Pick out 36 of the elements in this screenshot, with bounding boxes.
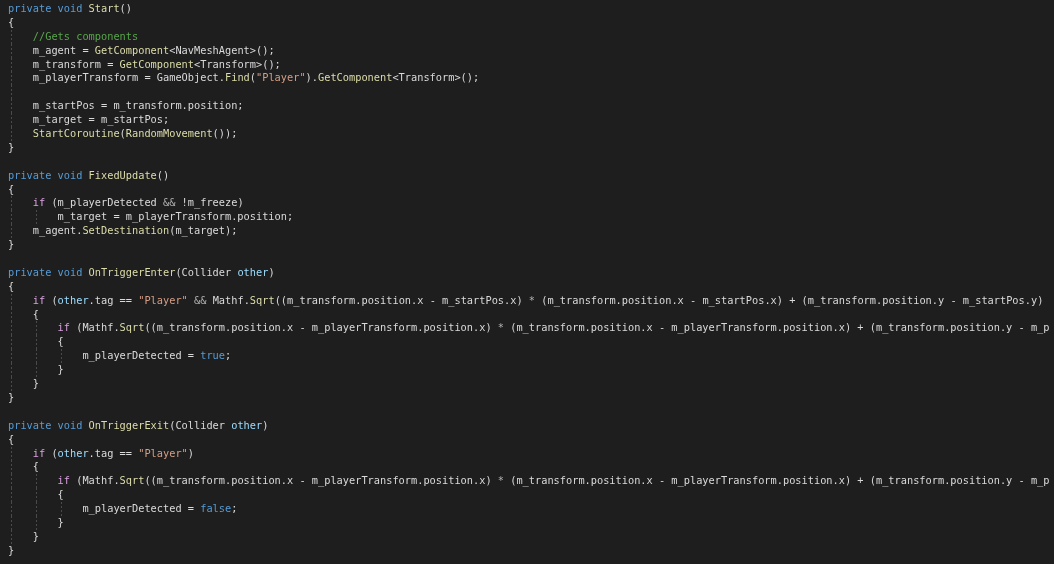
code-line: { bbox=[8, 15, 15, 30]
code-line: } bbox=[31, 377, 39, 391]
code-line: m_playerDetected = true; bbox=[81, 349, 232, 364]
code-line: m_target = m_playerTransform.position; bbox=[56, 210, 294, 225]
code-line: m_transform = GetComponent<Transform>(); bbox=[31, 57, 281, 72]
code-line: StartCoroutine(RandomMovement()); bbox=[31, 127, 238, 141]
code-line: { bbox=[56, 488, 64, 503]
code-line: if (m_playerDetected && !m_freeze) bbox=[31, 196, 244, 211]
code-line: } bbox=[8, 238, 15, 253]
code-line: if (other.tag == "Player" && Mathf.Sqrt((m_transform.position.x - m_startPos.x) * (m_transform.position.x - m_startPos.x) + (m_transform.position.y - m_startPos.y) bbox=[31, 293, 1044, 308]
code-line: m_agent.SetDestination(m_target); bbox=[31, 224, 238, 239]
code-line: m_startPos = m_transform.position; bbox=[31, 99, 244, 114]
code-line: m_agent = GetComponent<NavMeshAgent>(); bbox=[31, 43, 275, 58]
code-line: m_target = m_startPos; bbox=[31, 113, 170, 128]
code-line: private void FixedUpdate() bbox=[8, 168, 170, 183]
code-line: m_playerTransform = GameObject.Find("Player").GetComponent<Transform>(); bbox=[31, 71, 480, 86]
code-line: private void OnTriggerEnter(Collider other) bbox=[8, 265, 275, 280]
code-line: } bbox=[8, 543, 15, 558]
code-line: } bbox=[56, 515, 64, 530]
code-line: { bbox=[31, 307, 39, 322]
code-line: } bbox=[8, 390, 15, 405]
code-line: { bbox=[56, 335, 64, 350]
code-line: m_playerDetected = false; bbox=[81, 502, 238, 516]
code-line: private void OnTriggerExit(Collider other) bbox=[8, 418, 269, 433]
code-line: } bbox=[31, 529, 39, 544]
code-line: { bbox=[31, 460, 39, 475]
code-line: } bbox=[8, 140, 15, 155]
code-line: if (other.tag == "Player") bbox=[31, 446, 195, 461]
code-line: private void Start() bbox=[8, 2, 132, 16]
code-line: { bbox=[8, 432, 15, 447]
code-line: if (Mathf.Sqrt((m_transform.position.x - m_playerTransform.position.x) * (m_transform.position.x - m_playerTransform.position.x) + (m_transform.position.y - m_p bbox=[56, 474, 1050, 489]
code-line: //Gets components bbox=[31, 29, 139, 44]
code-line: } bbox=[56, 363, 64, 378]
code-line: { bbox=[8, 182, 15, 197]
code-line: if (Mathf.Sqrt((m_transform.position.x - m_playerTransform.position.x) * (m_transform.position.x - m_playerTransform.position.x) + (m_transform.position.y - m_p bbox=[56, 321, 1050, 336]
code-line: { bbox=[8, 279, 15, 294]
